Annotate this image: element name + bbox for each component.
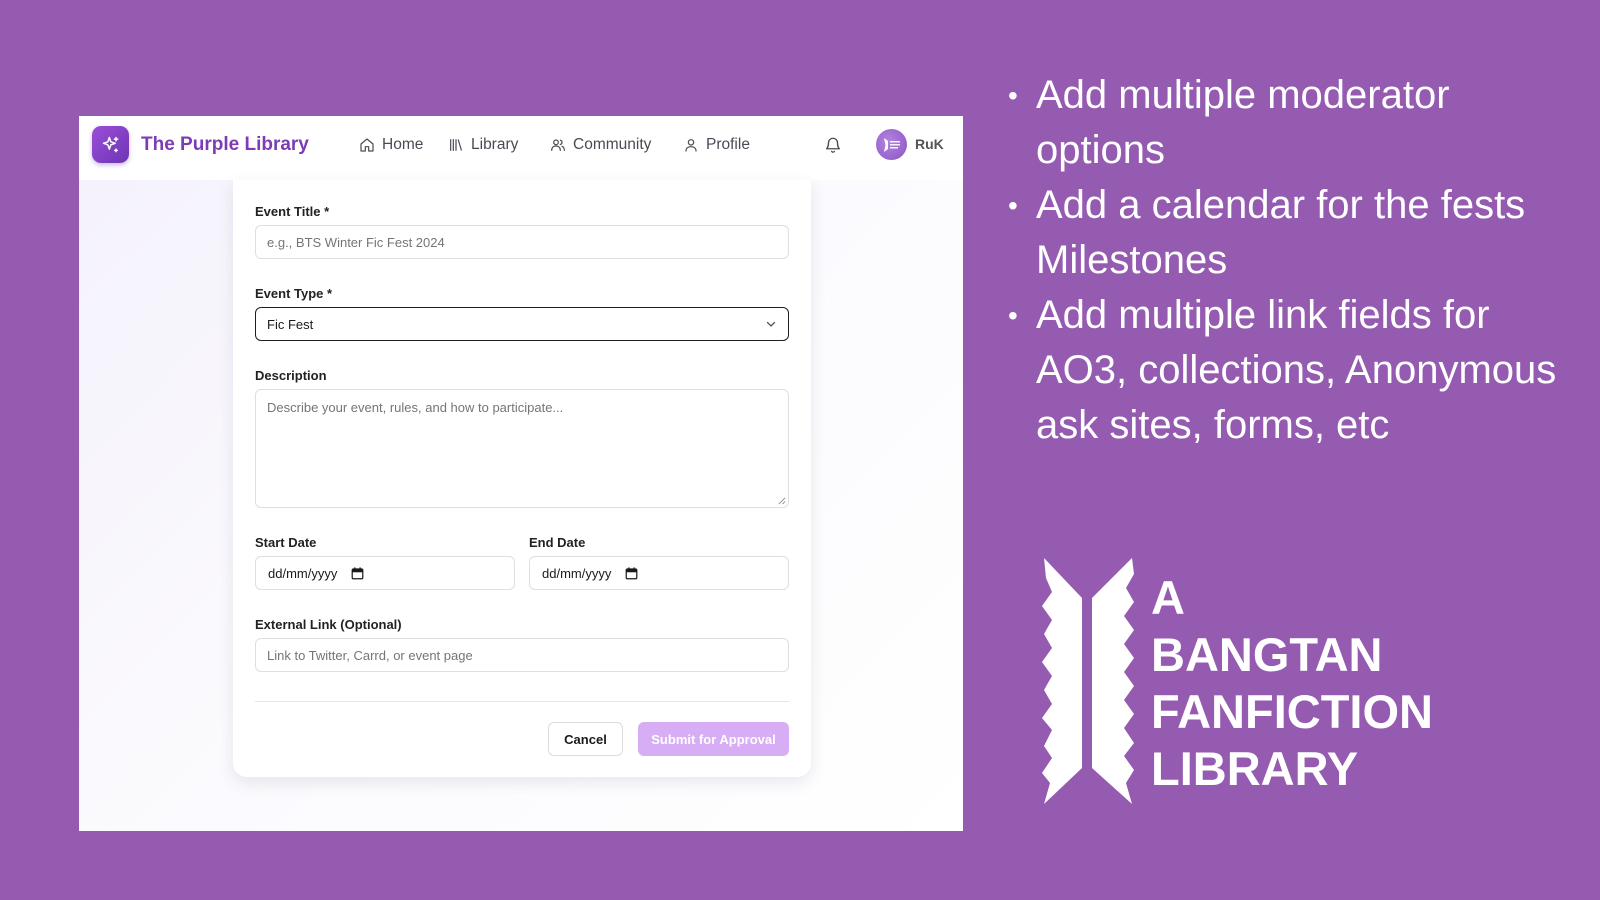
list-item: Add multiple link fields for AO3, collec… — [1004, 288, 1584, 453]
event-type-label: Event Type * — [255, 286, 333, 301]
cancel-button[interactable]: Cancel — [548, 722, 623, 756]
feature-notes-list: Add multiple moderator options Add a cal… — [1004, 68, 1584, 453]
users-icon — [551, 139, 565, 151]
end-date-label: End Date — [529, 535, 586, 550]
bangtan-library-logo-icon — [1042, 558, 1134, 804]
chevron-down-icon — [766, 321, 776, 327]
wordmark-line: FANFICTION — [1151, 685, 1433, 738]
nav-item-label: Community — [573, 136, 652, 153]
description-textarea[interactable]: Describe your event, rules, and how to p… — [255, 389, 789, 508]
username[interactable]: RuK — [915, 136, 944, 152]
external-link-input[interactable]: Link to Twitter, Carrd, or event page — [255, 638, 789, 672]
nav-item-label: Home — [382, 136, 424, 153]
event-title-input[interactable]: e.g., BTS Winter Fic Fest 2024 — [255, 225, 789, 259]
end-date-input[interactable]: dd/mm/yyyy — [529, 556, 789, 590]
event-type-value: Fic Fest — [267, 316, 314, 332]
wordmark-line: A — [1151, 571, 1185, 624]
calendar-icon[interactable] — [351, 566, 364, 580]
start-date-value: dd/mm/yyyy — [268, 565, 338, 581]
list-item: Add a calendar for the fests Milestones — [1004, 178, 1584, 288]
list-item: Add multiple moderator options — [1004, 68, 1584, 178]
navbar: The Purple Library Home Library Communit… — [79, 116, 963, 180]
nav-item-library[interactable]: Library — [448, 134, 518, 156]
home-icon — [360, 138, 374, 152]
nav-item-profile[interactable]: Profile — [683, 134, 750, 156]
submit-for-approval-button[interactable]: Submit for Approval — [638, 722, 789, 756]
nav-item-label: Library — [471, 136, 519, 153]
end-date-value: dd/mm/yyyy — [542, 565, 612, 581]
library-icon — [450, 139, 462, 151]
description-placeholder: Describe your event, rules, and how to p… — [267, 400, 564, 415]
event-title-placeholder: e.g., BTS Winter Fic Fest 2024 — [267, 234, 445, 250]
event-title-label: Event Title * — [255, 204, 330, 219]
divider — [255, 701, 789, 702]
app-window: The Purple Library Home Library Communit… — [79, 116, 963, 831]
event-type-select[interactable]: Fic Fest — [255, 307, 789, 341]
wordmark-line: BANGTAN — [1151, 628, 1383, 681]
brand-name[interactable]: The Purple Library — [141, 134, 309, 156]
start-date-label: Start Date — [255, 535, 317, 550]
avatar-logo-icon — [883, 137, 900, 152]
resize-handle-icon[interactable] — [777, 496, 786, 505]
nav-item-label: Profile — [706, 136, 750, 153]
calendar-icon[interactable] — [625, 566, 638, 580]
bangtan-library-wordmark: A BANGTAN FANFICTION LIBRARY — [1151, 569, 1433, 797]
external-link-placeholder: Link to Twitter, Carrd, or event page — [267, 647, 473, 663]
start-date-input[interactable]: dd/mm/yyyy — [255, 556, 515, 590]
create-event-form: Event Title * e.g., BTS Winter Fic Fest … — [233, 180, 811, 777]
nav-item-home[interactable]: Home — [359, 134, 423, 156]
app-logo[interactable] — [92, 126, 129, 163]
description-label: Description — [255, 368, 327, 383]
bell-icon[interactable] — [824, 136, 842, 154]
external-link-label: External Link (Optional) — [255, 617, 402, 632]
sparkles-icon — [102, 136, 118, 152]
nav-item-community[interactable]: Community — [550, 134, 651, 156]
user-icon — [685, 139, 697, 152]
avatar[interactable] — [876, 129, 907, 160]
wordmark-line: LIBRARY — [1151, 742, 1359, 795]
